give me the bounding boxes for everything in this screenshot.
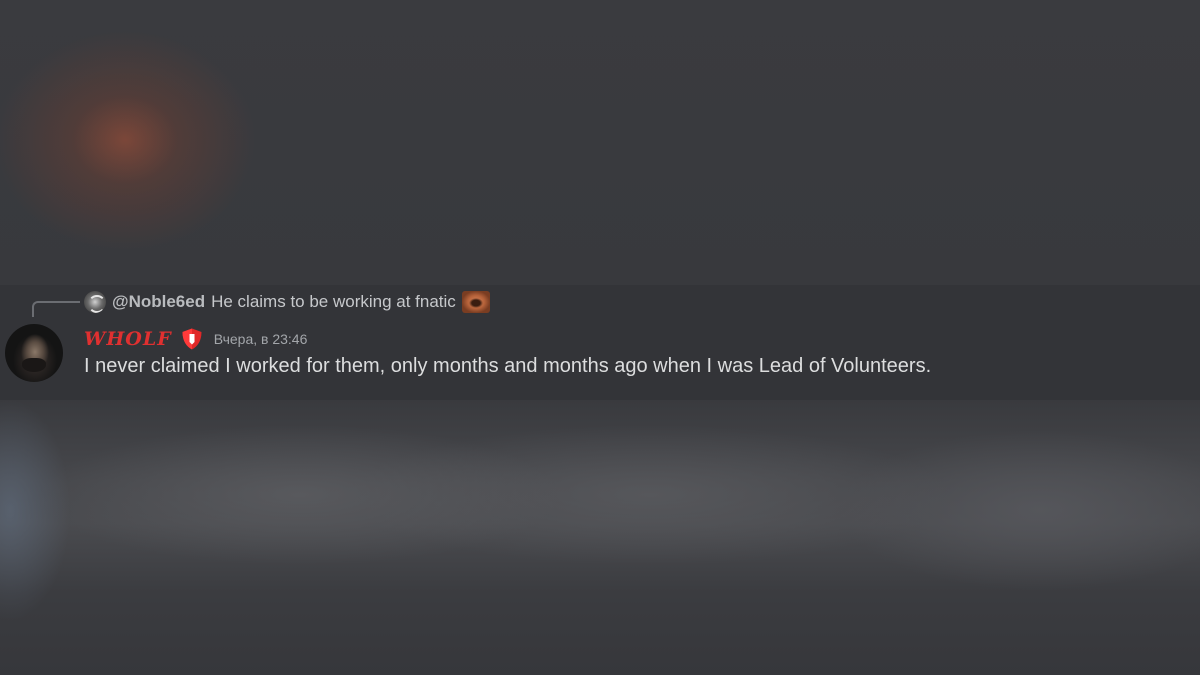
reply-username[interactable]: @Noble6ed (112, 292, 205, 312)
message-content: I never claimed I worked for them, only … (84, 355, 932, 377)
blurred-background-bottom (0, 400, 1200, 675)
blurred-background-top (0, 0, 1200, 285)
reply-connector (32, 301, 80, 317)
reply-preview[interactable]: @Noble6ed He claims to be working at fna… (84, 290, 490, 314)
chat-message[interactable]: @Noble6ed He claims to be working at fna… (0, 285, 1200, 400)
face-emoji-icon (461, 291, 490, 313)
reply-text: He claims to be working at fnatic (211, 292, 456, 311)
user-avatar-icon[interactable] (84, 291, 106, 313)
message-header: WHOLF Вчера, в 23:46 (84, 325, 307, 353)
avatar[interactable] (5, 324, 63, 382)
chat-screenshot: @Noble6ed He claims to be working at fna… (0, 0, 1200, 675)
message-timestamp: Вчера, в 23:46 (213, 331, 308, 347)
red-shield-icon[interactable] (180, 327, 204, 351)
message-username[interactable]: WHOLF (84, 328, 172, 350)
